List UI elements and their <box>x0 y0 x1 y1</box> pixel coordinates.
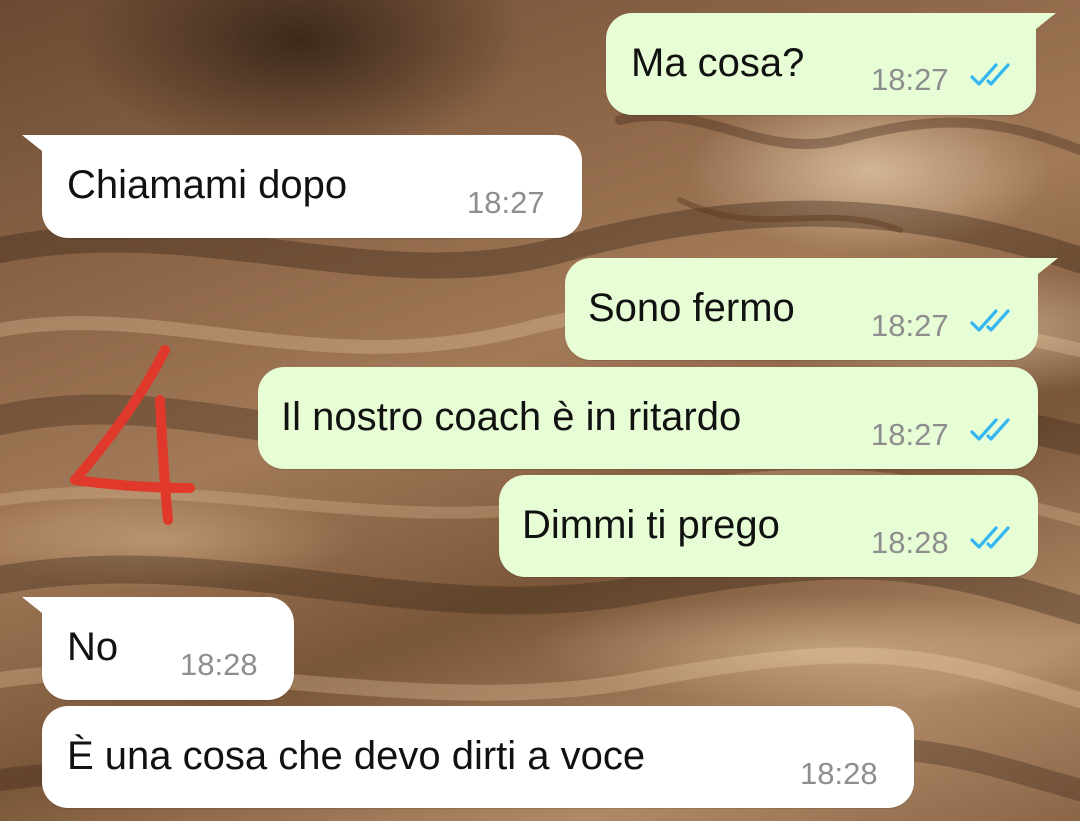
message-bubble-incoming[interactable]: Chiamami dopo 18:27 <box>42 135 582 238</box>
message-bubble-incoming[interactable]: È una cosa che devo dirti a voce 18:28 <box>42 706 914 808</box>
message-text: Ma cosa? <box>631 41 805 85</box>
message-time: 18:27 <box>467 185 545 220</box>
number-four-annotation <box>70 345 195 525</box>
message-text: No <box>67 625 119 669</box>
bubble-tail <box>1038 258 1058 274</box>
message-time: 18:27 <box>871 62 949 97</box>
message-bubble-outgoing[interactable]: Il nostro coach è in ritardo 18:27 <box>258 367 1038 469</box>
message-bubble-outgoing[interactable]: Dimmi ti prego 18:28 <box>499 475 1038 577</box>
message-bubble-outgoing[interactable]: Ma cosa? 18:27 <box>606 13 1036 115</box>
message-time: 18:28 <box>871 525 949 560</box>
bubble-tail <box>1036 13 1056 29</box>
message-time: 18:28 <box>800 756 878 791</box>
double-check-icon <box>970 526 1010 549</box>
message-text: Dimmi ti prego <box>522 503 780 547</box>
message-text: Chiamami dopo <box>67 163 348 207</box>
bubble-tail <box>22 597 42 613</box>
message-time: 18:27 <box>871 417 949 452</box>
double-check-icon <box>970 63 1010 86</box>
message-text: È una cosa che devo dirti a voce <box>67 734 646 778</box>
message-time: 18:27 <box>871 308 949 343</box>
message-text: Sono fermo <box>588 286 795 330</box>
bubble-tail <box>22 135 42 151</box>
message-time: 18:28 <box>180 647 258 682</box>
message-bubble-outgoing[interactable]: Sono fermo 18:27 <box>565 258 1038 360</box>
double-check-icon <box>970 309 1010 332</box>
message-text: Il nostro coach è in ritardo <box>281 395 742 439</box>
message-bubble-incoming[interactable]: No 18:28 <box>42 597 294 700</box>
double-check-icon <box>970 418 1010 441</box>
